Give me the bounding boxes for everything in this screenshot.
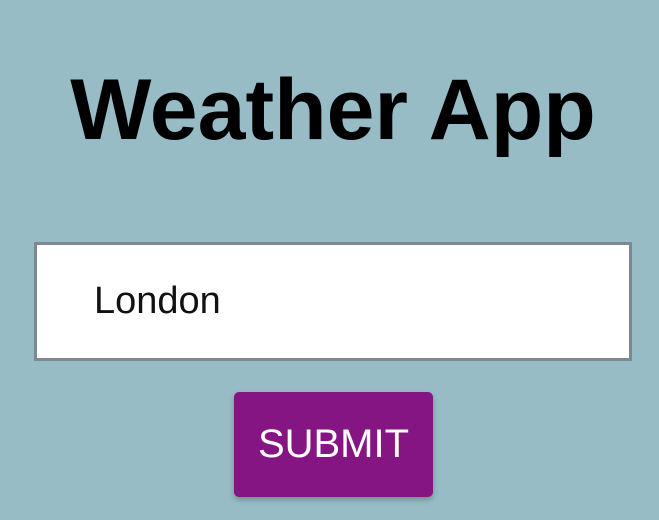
city-input[interactable] [34, 242, 632, 361]
page-title: Weather App [70, 62, 596, 158]
submit-button[interactable]: SUBMIT [234, 392, 433, 497]
weather-app: Weather App SUBMIT [0, 0, 659, 520]
